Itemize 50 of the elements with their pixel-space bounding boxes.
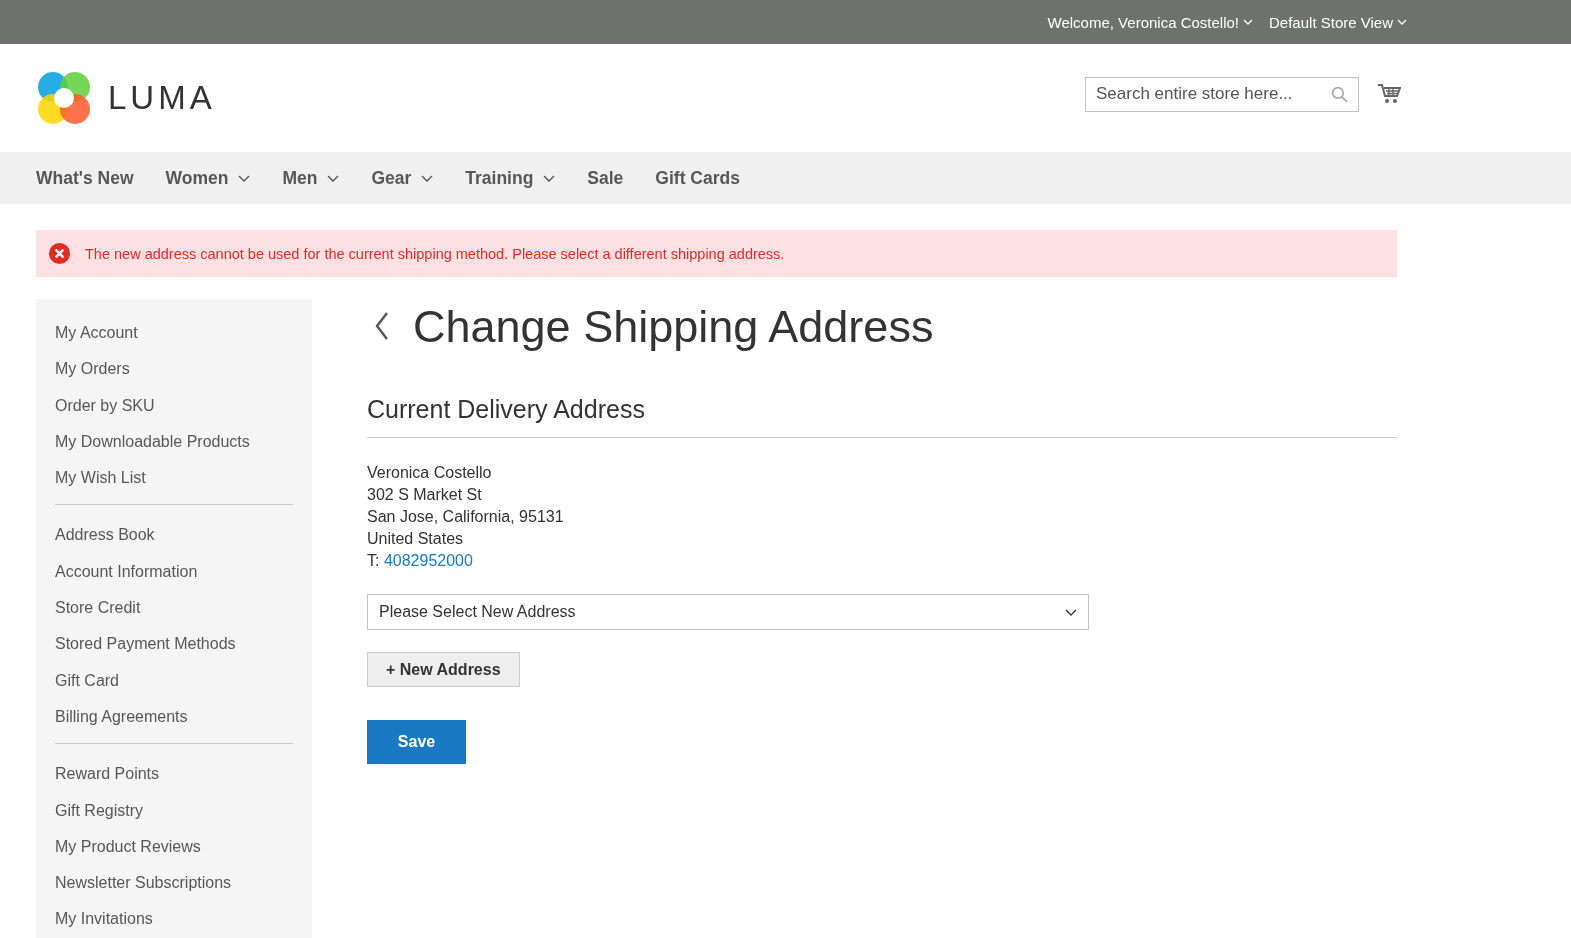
- nav-link[interactable]: Gift Cards: [655, 167, 740, 189]
- logo-text[interactable]: LUMA: [108, 79, 216, 117]
- caret-icon: [421, 174, 434, 182]
- caret-icon: [327, 174, 340, 182]
- new-address-button[interactable]: + New Address: [367, 652, 520, 687]
- cart-icon[interactable]: [1377, 83, 1401, 105]
- sidebar-link[interactable]: Newsletter Subscriptions: [55, 871, 293, 908]
- caret-icon: [1243, 19, 1254, 25]
- sidebar-link[interactable]: My Account: [55, 321, 293, 358]
- section-title: Current Delivery Address: [367, 395, 1397, 438]
- address-line: San Jose, California, 95131: [367, 507, 565, 527]
- phone-link[interactable]: 4082952000: [383, 552, 473, 569]
- sidebar-link[interactable]: My Product Reviews: [55, 834, 293, 872]
- customer-menu[interactable]: Welcome, Veronica Costello!: [1047, 13, 1254, 31]
- address-dropdown[interactable]: Please Select New Address: [367, 594, 1089, 630]
- nav-link[interactable]: Men: [282, 167, 340, 189]
- logo-icon[interactable]: [36, 70, 92, 126]
- search-field[interactable]: Search entire store here...: [1085, 76, 1359, 112]
- store-switcher[interactable]: Default Store View: [1269, 13, 1407, 31]
- page-title: Change Shipping Address: [413, 300, 934, 353]
- sidebar-link[interactable]: Stored Payment Methods: [55, 632, 293, 669]
- caret-icon: [238, 174, 251, 182]
- nav-link[interactable]: Training: [465, 167, 556, 189]
- sidebar-link[interactable]: Store Credit: [55, 596, 293, 633]
- sidebar-link[interactable]: My Wish List: [55, 466, 293, 503]
- nav-link[interactable]: Women: [165, 167, 251, 189]
- save-button[interactable]: Save: [367, 720, 466, 764]
- address-line: 302 S Market St: [367, 485, 483, 505]
- message-text: The new address cannot be used for the current shipping method. Please select a different shipping address.: [85, 245, 785, 262]
- sidebar-link[interactable]: Address Book: [55, 523, 293, 560]
- address-line: United States: [367, 529, 465, 549]
- sidebar-link[interactable]: Gift Registry: [55, 798, 293, 835]
- sidebar-link[interactable]: Order by SKU: [55, 393, 293, 430]
- error-icon: [48, 242, 71, 265]
- sidebar-link[interactable]: My Orders: [55, 357, 293, 394]
- caret-icon: [1397, 19, 1407, 25]
- nav-link[interactable]: Sale: [587, 167, 624, 189]
- sidebar-link[interactable]: Reward Points: [55, 762, 293, 799]
- sidebar-link[interactable]: Account Information: [55, 559, 293, 597]
- phone-label: T:: [367, 552, 380, 569]
- address-line: Veronica Costello: [367, 463, 493, 483]
- caret-icon: [543, 174, 556, 182]
- sidebar-link[interactable]: Gift Card: [55, 668, 293, 705]
- caret-icon: [1065, 608, 1077, 616]
- sidebar-link[interactable]: My Invitations: [55, 907, 293, 938]
- sidebar-link[interactable]: My Downloadable Products: [55, 429, 293, 467]
- nav-link[interactable]: Gear: [371, 167, 434, 189]
- sidebar-link[interactable]: Billing Agreements: [55, 704, 293, 742]
- nav-link[interactable]: What's New: [36, 167, 134, 189]
- back-icon[interactable]: [375, 311, 389, 341]
